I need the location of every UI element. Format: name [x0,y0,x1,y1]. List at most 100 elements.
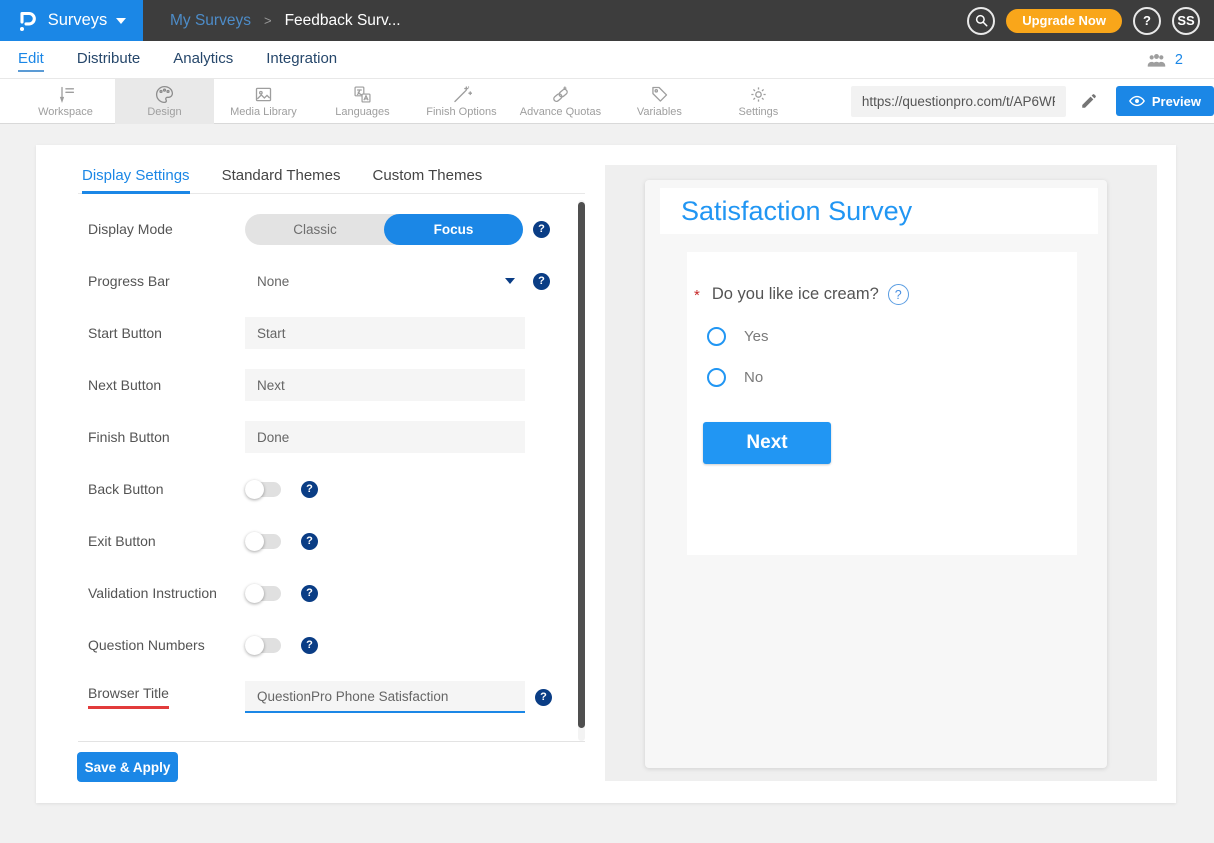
exit-button-row: Exit Button ? [88,515,548,567]
settings-gear-icon [748,84,769,105]
collaborators[interactable]: 2 [1146,41,1183,79]
question-numbers-help-icon[interactable]: ? [301,637,318,654]
tab-standard-themes[interactable]: Standard Themes [222,161,341,194]
tab-edit[interactable]: Edit [18,48,44,72]
display-mode-classic-option[interactable]: Classic [245,214,385,245]
dropdown-caret-icon [505,278,515,284]
theme-tabs: Display Settings Standard Themes Custom … [78,161,585,194]
question-numbers-label: Question Numbers [88,637,245,653]
start-button-row: Start Button [88,307,548,359]
question-numbers-toggle[interactable] [245,638,281,653]
tab-display-settings[interactable]: Display Settings [82,161,190,194]
breadcrumb: My Surveys > Feedback Surv... [170,12,401,30]
progress-bar-selected-value: None [257,274,289,289]
avatar[interactable]: SS [1172,7,1200,35]
design-settings-card: Display Settings Standard Themes Custom … [36,145,1176,803]
edit-url-pencil-icon[interactable] [1080,92,1098,110]
eye-icon [1129,95,1145,107]
tab-analytics[interactable]: Analytics [173,48,233,72]
settings-scrollbar-track[interactable] [578,200,585,741]
variables-tag-icon [649,84,670,105]
preview-button-label: Preview [1152,94,1201,109]
back-button-row: Back Button ? [88,463,548,515]
toolbar-media-library-label: Media Library [230,106,297,118]
exit-button-help-icon[interactable]: ? [301,533,318,550]
display-mode-focus-option[interactable]: Focus [384,214,523,245]
upgrade-button[interactable]: Upgrade Now [1006,9,1122,33]
answer-option-no[interactable]: No [707,368,763,387]
preview-button[interactable]: Preview [1116,86,1214,116]
toolbar-settings[interactable]: Settings [709,79,808,124]
validation-instruction-row: Validation Instruction ? [88,567,548,619]
answer-option-yes-label: Yes [744,328,768,345]
question-text: Do you like ice cream? [712,285,879,304]
start-button-field[interactable] [245,317,525,349]
exit-button-label: Exit Button [88,533,245,549]
survey-section-nav: Edit Distribute Analytics Integration 2 [0,41,1214,79]
toolbar-workspace[interactable]: Workspace [16,79,115,124]
display-mode-segmented: Classic Focus [245,214,523,245]
survey-title-bar: Satisfaction Survey [660,188,1098,234]
survey-next-button[interactable]: Next [703,422,831,464]
answer-option-no-label: No [744,369,763,386]
browser-title-label: Browser Title [88,685,245,709]
save-apply-button[interactable]: Save & Apply [77,752,178,782]
question-help-icon[interactable]: ? [888,284,909,305]
next-button-row: Next Button [88,359,548,411]
panel-divider [78,741,585,742]
survey-url-field[interactable] [851,86,1066,117]
question-numbers-row: Question Numbers ? [88,619,548,671]
back-button-toggle[interactable] [245,482,281,497]
validation-instruction-toggle[interactable] [245,586,281,601]
questionpro-app: Surveys My Surveys > Feedback Surv... Up… [0,0,1214,843]
next-button-field[interactable] [245,369,525,401]
top-bar: Surveys My Surveys > Feedback Surv... Up… [0,0,1214,41]
browser-title-help-icon[interactable]: ? [535,689,552,706]
progress-bar-select[interactable]: None [245,274,523,289]
toolbar-media-library[interactable]: Media Library [214,79,313,124]
finish-options-wand-icon [451,84,472,105]
product-switcher[interactable]: Surveys [0,0,143,41]
toolbar-design-label: Design [147,106,181,118]
finish-button-label: Finish Button [88,429,245,445]
topbar-actions: Upgrade Now ? SS [967,7,1214,35]
tab-distribute[interactable]: Distribute [77,48,140,72]
breadcrumb-my-surveys[interactable]: My Surveys [170,12,251,30]
progress-bar-label: Progress Bar [88,273,245,289]
help-button[interactable]: ? [1133,7,1161,35]
toolbar-advance-quotas[interactable]: Advance Quotas [511,79,610,124]
answer-option-yes[interactable]: Yes [707,327,768,346]
validation-instruction-help-icon[interactable]: ? [301,585,318,602]
progress-bar-help-icon[interactable]: ? [533,273,550,290]
question-row: * Do you like ice cream? ? [694,284,909,305]
survey-preview-card: Satisfaction Survey * Do you like ice cr… [645,180,1107,768]
workspace-icon [55,84,76,105]
chevron-down-icon [116,18,126,24]
radio-icon[interactable] [707,368,726,387]
tab-custom-themes[interactable]: Custom Themes [373,161,483,194]
toolbar-languages[interactable]: Languages [313,79,412,124]
toolbar-finish-options[interactable]: Finish Options [412,79,511,124]
display-mode-help-icon[interactable]: ? [533,221,550,238]
people-icon [1146,52,1167,68]
settings-scrollbar-thumb[interactable] [578,202,585,728]
settings-rows: Display Mode Classic Focus ? Progress Ba… [88,203,548,723]
breadcrumb-separator: > [264,13,272,28]
toolbar-advance-quotas-label: Advance Quotas [520,106,601,118]
display-mode-row: Display Mode Classic Focus ? [88,203,548,255]
back-button-label: Back Button [88,481,245,497]
radio-icon[interactable] [707,327,726,346]
start-button-label: Start Button [88,325,245,341]
exit-button-toggle[interactable] [245,534,281,549]
back-button-help-icon[interactable]: ? [301,481,318,498]
toolbar-variables[interactable]: Variables [610,79,709,124]
toolbar-design[interactable]: Design [115,79,214,124]
progress-bar-row: Progress Bar None ? [88,255,548,307]
validation-instruction-label: Validation Instruction [88,585,245,601]
search-button[interactable] [967,7,995,35]
required-marker: * [694,287,700,304]
browser-title-row: Browser Title ? [88,671,548,723]
tab-integration[interactable]: Integration [266,48,337,72]
finish-button-field[interactable] [245,421,525,453]
browser-title-field[interactable] [245,681,525,713]
